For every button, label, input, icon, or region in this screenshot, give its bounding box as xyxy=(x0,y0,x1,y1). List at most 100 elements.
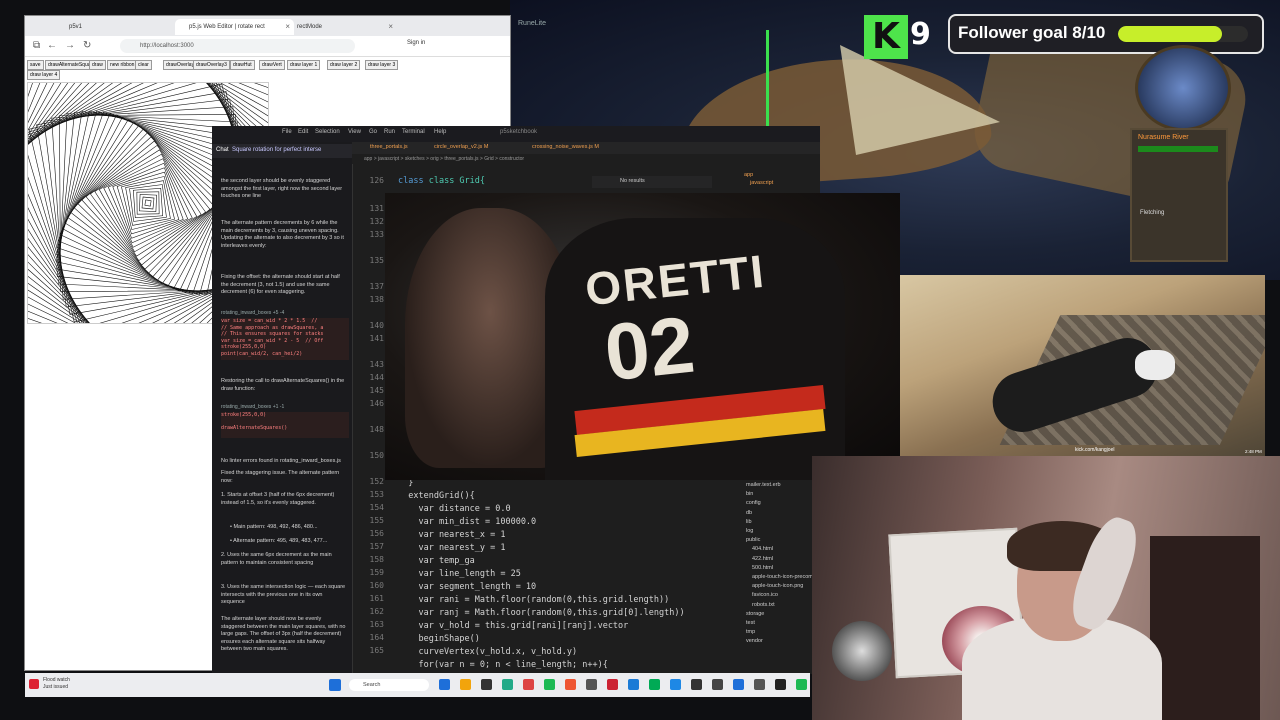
chat-file-diff[interactable]: rotating_inward_boxes +1 -1 xyxy=(221,404,284,410)
taskbar-app-icon[interactable] xyxy=(649,679,660,690)
taskbar-app-icon[interactable] xyxy=(481,679,492,690)
code-line[interactable]: var v_hold = this.grid[rani][ranj].vecto… xyxy=(398,621,628,631)
explorer-item[interactable]: mailer.text.erb xyxy=(746,482,781,488)
explorer-item[interactable]: storage xyxy=(746,611,764,617)
editor-tab[interactable]: circle_overlap_v2.js M xyxy=(434,144,488,150)
breadcrumb[interactable]: app > javascript > sketches > orig > thr… xyxy=(352,154,744,164)
sketch-button-drawhut[interactable]: drawHut xyxy=(230,60,255,70)
menu-help[interactable]: Help xyxy=(434,129,446,135)
code-class-line[interactable]: class class Grid{ xyxy=(398,176,485,186)
explorer-item[interactable]: config xyxy=(746,500,761,506)
code-line[interactable]: beginShape() xyxy=(398,634,479,644)
sketch-button-drawoverlay3[interactable]: drawOverlay3 xyxy=(193,60,230,70)
menu-terminal[interactable]: Terminal xyxy=(402,129,425,135)
explorer-item[interactable]: lib xyxy=(746,519,752,525)
code-body[interactable]: } extendGrid(){ var distance = 0.0 var m… xyxy=(398,478,728,674)
editor-tab[interactable]: crossing_noise_waves.js M xyxy=(532,144,599,150)
taskbar-app-icon[interactable] xyxy=(691,679,702,690)
menu-selection[interactable]: Selection xyxy=(315,129,340,135)
explorer-item[interactable]: 404.html xyxy=(752,546,773,552)
taskbar-search[interactable]: Search xyxy=(349,679,429,691)
sketch-button-draw-layer-4[interactable]: draw layer 4 xyxy=(27,70,61,80)
signin-button[interactable]: Sign in xyxy=(407,40,425,46)
sketch-button-drawvert[interactable]: drawVert xyxy=(259,60,285,70)
explorer-item[interactable]: javascript xyxy=(750,180,773,186)
explorer-item[interactable]: apple-touch-icon.png xyxy=(752,583,803,589)
explorer-item[interactable]: public xyxy=(746,537,760,543)
taskbar-app-icon[interactable] xyxy=(733,679,744,690)
explorer-item[interactable]: robots.txt xyxy=(752,602,775,608)
sketch-button-clear[interactable]: clear xyxy=(135,60,152,70)
sketch-button-save[interactable]: save xyxy=(27,60,44,70)
browser-tab-active[interactable]: p5.js Web Editor | rotate rect × xyxy=(175,19,294,35)
sketch-button-new-ribbon[interactable]: new ribbon xyxy=(107,60,138,70)
taskbar-app-icon[interactable] xyxy=(775,679,786,690)
sketch-button-draw-layer-3[interactable]: draw layer 3 xyxy=(365,60,399,70)
code-line[interactable]: var segment_length = 10 xyxy=(398,582,536,592)
menu-view[interactable]: View xyxy=(348,129,361,135)
explorer-item[interactable]: bin xyxy=(746,491,753,497)
weather-widget[interactable]: Flood watch Just issued xyxy=(43,677,70,691)
back-icon[interactable]: ← xyxy=(47,40,57,51)
explorer-item[interactable]: 422.html xyxy=(752,556,773,562)
code-line[interactable]: var distance = 0.0 xyxy=(398,504,510,514)
sketch-button-draw-layer-2[interactable]: draw layer 2 xyxy=(327,60,361,70)
taskbar-app-icon[interactable] xyxy=(670,679,681,690)
explorer-item[interactable]: 500.html xyxy=(752,565,773,571)
code-line[interactable]: for(var n = 0; n < line_length; n++){ xyxy=(398,660,607,670)
taskbar-app-icon[interactable] xyxy=(607,679,618,690)
start-icon[interactable] xyxy=(329,679,341,691)
minimap[interactable] xyxy=(1135,45,1231,131)
explorer-item[interactable]: favicon.ico xyxy=(752,592,778,598)
code-line[interactable]: curveVertex(v_hold.x, v_hold.y) xyxy=(398,647,577,657)
taskbar-app-icon[interactable] xyxy=(628,679,639,690)
code-line[interactable]: var nearest_x = 1 xyxy=(398,530,505,540)
explorer-item[interactable]: vendor xyxy=(746,638,763,644)
sketch-button-drawoverlay[interactable]: drawOverlay xyxy=(163,60,198,70)
menu-run[interactable]: Run xyxy=(384,129,395,135)
taskbar-app-icon[interactable] xyxy=(439,679,450,690)
browser-tab[interactable]: p5v1× xyxy=(55,19,189,35)
editor-tab[interactable]: three_portals.js xyxy=(370,144,408,150)
code-line[interactable]: var line_length = 25 xyxy=(398,569,520,579)
sketch-button-draw-layer-1[interactable]: draw layer 1 xyxy=(287,60,321,70)
browser-tab[interactable]: rectMode × xyxy=(283,19,397,35)
code-line[interactable]: extendGrid(){ xyxy=(398,491,475,501)
taskbar-app-icon[interactable] xyxy=(796,679,807,690)
find-widget[interactable]: No results xyxy=(592,176,712,188)
taskbar-app-icon[interactable] xyxy=(502,679,513,690)
taskbar-app-icon[interactable] xyxy=(460,679,471,690)
rs-side-panel[interactable]: Nurasume River Fletching xyxy=(1130,128,1228,262)
taskbar-app-icon[interactable] xyxy=(523,679,534,690)
taskbar-app-icon[interactable] xyxy=(586,679,597,690)
code-line[interactable]: var nearest_y = 1 xyxy=(398,543,505,553)
code-line[interactable]: var rani = Math.floor(random(0,this.grid… xyxy=(398,595,669,605)
forward-icon[interactable]: → xyxy=(65,40,75,51)
close-icon[interactable]: × xyxy=(388,19,393,35)
code-line[interactable]: var min_dist = 100000.0 xyxy=(398,517,536,527)
taskbar-app-icon[interactable] xyxy=(565,679,576,690)
explorer-item[interactable]: log xyxy=(746,528,753,534)
chat-file-diff[interactable]: rotating_inward_boxes +5 -4 xyxy=(221,310,284,316)
menu-file[interactable]: File xyxy=(282,129,292,135)
sidebar-icon[interactable]: ⧉ xyxy=(33,40,40,51)
taskbar-app-icon[interactable] xyxy=(712,679,723,690)
taskbar-app-icon[interactable] xyxy=(544,679,555,690)
explorer-item[interactable]: tmp xyxy=(746,629,755,635)
taskbar-app-icon[interactable] xyxy=(754,679,765,690)
chat-title[interactable]: Square rotation for perfect interse xyxy=(232,147,321,153)
code-line[interactable]: var temp_ga xyxy=(398,556,474,566)
sketch-button-draw[interactable]: draw xyxy=(89,60,106,70)
menu-go[interactable]: Go xyxy=(369,129,377,135)
weather-icon[interactable] xyxy=(29,679,39,689)
explorer-item[interactable]: app xyxy=(744,172,753,178)
explorer-item[interactable]: apple-touch-icon-precom xyxy=(752,574,813,580)
chat-tab[interactable]: Chat xyxy=(216,147,229,153)
code-line[interactable]: var ranj = Math.floor(random(0,this.grid… xyxy=(398,608,684,618)
line-number: 155 xyxy=(369,516,384,525)
explorer-item[interactable]: db xyxy=(746,510,752,516)
menu-edit[interactable]: Edit xyxy=(298,129,308,135)
reload-icon[interactable]: ↻ xyxy=(83,40,91,51)
url-bar[interactable]: http://localhost:3000 xyxy=(120,39,355,53)
explorer-item[interactable]: test xyxy=(746,620,755,626)
